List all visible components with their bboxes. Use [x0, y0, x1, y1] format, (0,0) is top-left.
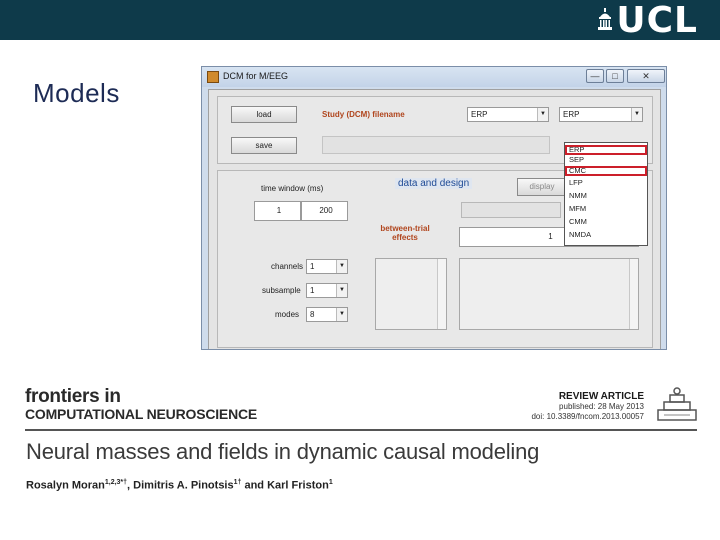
matlab-icon: [207, 71, 219, 83]
option-erp[interactable]: ERP: [565, 145, 647, 155]
author-2: , Dimitris A. Pinotsis: [127, 479, 234, 492]
ucl-logo: UCL: [598, 0, 698, 41]
dcm-window: DCM for M/EEG — □ ✕ load save Study (DCM…: [201, 66, 667, 350]
published-date: published: 28 May 2013: [559, 402, 644, 411]
model-dropdown-value: ERP: [563, 110, 580, 119]
load-button[interactable]: load: [231, 106, 297, 123]
header-bar: UCL: [0, 0, 720, 40]
journal-logo: frontiers in COMPUTATIONAL NEUROSCIENCE: [25, 387, 257, 422]
trials-field[interactable]: [461, 202, 561, 218]
subsample-label: subsample: [262, 286, 301, 295]
model-options-list[interactable]: ERP SEP CMC LFP NMM MFM CMM NMDA: [564, 142, 648, 246]
between-trial-label: between-trial effects: [380, 224, 430, 242]
modes-dropdown[interactable]: 8 ▼: [306, 307, 348, 322]
option-mfm[interactable]: MFM: [565, 204, 647, 214]
window-title: DCM for M/EEG: [223, 71, 289, 81]
header-rule: [25, 429, 697, 431]
doi: doi: 10.3389/fncom.2013.00057: [531, 412, 644, 421]
ucl-wordmark: UCL: [616, 0, 698, 41]
model-dropdown[interactable]: ERP ▼: [559, 107, 643, 122]
study-dropdown[interactable]: ERP ▼: [467, 107, 549, 122]
channels-label: channels: [271, 262, 304, 271]
article-meta: REVIEW ARTICLE published: 28 May 2013 do…: [531, 391, 644, 422]
maximize-button[interactable]: □: [606, 69, 624, 83]
left-listbox[interactable]: [375, 258, 447, 330]
channels-value: 1: [310, 262, 315, 271]
author-3-affil: 1: [328, 479, 333, 486]
save-button[interactable]: save: [231, 137, 297, 154]
option-lfp[interactable]: LFP: [565, 178, 647, 188]
time-window-label: time window (ms): [261, 184, 324, 193]
window-client: load save Study (DCM) filename ERP ▼ ERP…: [208, 89, 661, 349]
paper-title: Neural masses and fields in dynamic caus…: [26, 439, 540, 464]
slide-title: Models: [33, 78, 120, 108]
option-nmm[interactable]: NMM: [565, 191, 647, 201]
author-3: and Karl Friston: [241, 479, 329, 492]
option-cmc[interactable]: CMC: [565, 166, 647, 176]
modes-value: 8: [310, 310, 315, 319]
journal-badge-icon: [657, 387, 697, 421]
time-window-start-input[interactable]: 1: [254, 201, 301, 221]
journal-name-top: frontiers in: [25, 386, 121, 407]
window-titlebar[interactable]: DCM for M/EEG — □ ✕: [202, 67, 666, 87]
option-cmm[interactable]: CMM: [565, 217, 647, 227]
right-listbox[interactable]: [459, 258, 639, 330]
subsample-dropdown[interactable]: 1 ▼: [306, 283, 348, 298]
subsample-value: 1: [310, 286, 315, 295]
filename-field[interactable]: [322, 136, 550, 154]
study-dropdown-value: ERP: [471, 110, 488, 119]
chevron-down-icon: ▼: [336, 308, 347, 321]
time-window-end-input[interactable]: 200: [301, 201, 348, 221]
modes-label: modes: [275, 310, 300, 319]
option-nmda[interactable]: NMDA: [565, 230, 647, 240]
portico-icon: [598, 8, 613, 30]
author-list: Rosalyn Moran1,2,3*†, Dimitris A. Pinots…: [26, 479, 333, 492]
scrollbar[interactable]: [629, 259, 638, 329]
article-type: REVIEW ARTICLE: [558, 391, 644, 402]
chevron-down-icon: ▼: [537, 108, 548, 121]
journal-name-bottom: COMPUTATIONAL NEUROSCIENCE: [25, 406, 258, 422]
chevron-down-icon: ▼: [631, 108, 642, 121]
option-sep[interactable]: SEP: [565, 155, 647, 165]
channels-dropdown[interactable]: 1 ▼: [306, 259, 348, 274]
display-button[interactable]: display: [517, 178, 567, 196]
close-button[interactable]: ✕: [627, 69, 665, 83]
scrollbar[interactable]: [437, 259, 446, 329]
data-design-heading: data and design: [395, 178, 473, 189]
chevron-down-icon: ▼: [336, 260, 347, 273]
author-1-affil: 1,2,3*†: [104, 479, 128, 486]
minimize-button[interactable]: —: [586, 69, 604, 83]
study-filename-label: Study (DCM) filename: [322, 110, 405, 119]
author-1: Rosalyn Moran: [26, 479, 105, 492]
chevron-down-icon: ▼: [336, 284, 347, 297]
